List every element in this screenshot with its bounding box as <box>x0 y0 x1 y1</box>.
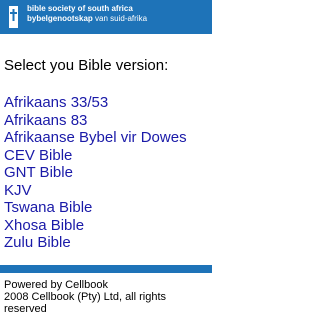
list-item: GNT Bible <box>4 164 187 182</box>
bible-version-list: Afrikaans 33/53 Afrikaans 83 Afrikaanse … <box>4 94 187 252</box>
list-item: Zulu Bible <box>4 234 187 252</box>
list-item: CEV Bible <box>4 147 187 165</box>
header-bar: bible society of south africa bybelgenoo… <box>0 0 212 34</box>
list-item: Afrikaans 83 <box>4 112 187 130</box>
logo-line-english: bible society of south africa <box>27 4 133 13</box>
powered-by-text: Powered by Cellbook <box>4 279 108 291</box>
version-link-tswana-bible[interactable]: Tswana Bible <box>4 199 92 216</box>
logo-line-afrikaans: bybelgenootskap van suid-afrika <box>27 14 147 24</box>
logo-line-afrikaans-bold: bybelgenootskap <box>27 14 93 23</box>
list-item: Afrikaans 33/53 <box>4 94 187 112</box>
version-link-afrikaanse-bybel-vir-dowes[interactable]: Afrikaanse Bybel vir Dowes <box>4 129 187 146</box>
version-link-cev-bible[interactable]: CEV Bible <box>4 147 72 164</box>
version-link-xhosa-bible[interactable]: Xhosa Bible <box>4 217 84 234</box>
list-item: Afrikaanse Bybel vir Dowes <box>4 129 187 147</box>
version-link-kjv[interactable]: KJV <box>4 182 32 199</box>
bible-society-logo-icon <box>9 6 18 28</box>
list-item: Tswana Bible <box>4 199 187 217</box>
copyright-text: 2008 Cellbook (Pty) Ltd, all rights rese… <box>4 291 167 315</box>
logo-line-afrikaans-rest: van suid-afrika <box>92 14 148 23</box>
list-item: Xhosa Bible <box>4 217 187 235</box>
list-item: KJV <box>4 182 187 200</box>
footer: Powered by Cellbook 2008 Cellbook (Pty) … <box>4 279 210 315</box>
version-link-afrikaans-33-53[interactable]: Afrikaans 33/53 <box>4 94 108 111</box>
version-link-gnt-bible[interactable]: GNT Bible <box>4 164 73 181</box>
version-link-zulu-bible[interactable]: Zulu Bible <box>4 234 71 251</box>
footer-divider <box>0 265 212 273</box>
logo-text: bible society of south africa bybelgenoo… <box>27 4 147 24</box>
version-link-afrikaans-83[interactable]: Afrikaans 83 <box>4 112 87 129</box>
page-prompt: Select you Bible version: <box>4 57 169 74</box>
